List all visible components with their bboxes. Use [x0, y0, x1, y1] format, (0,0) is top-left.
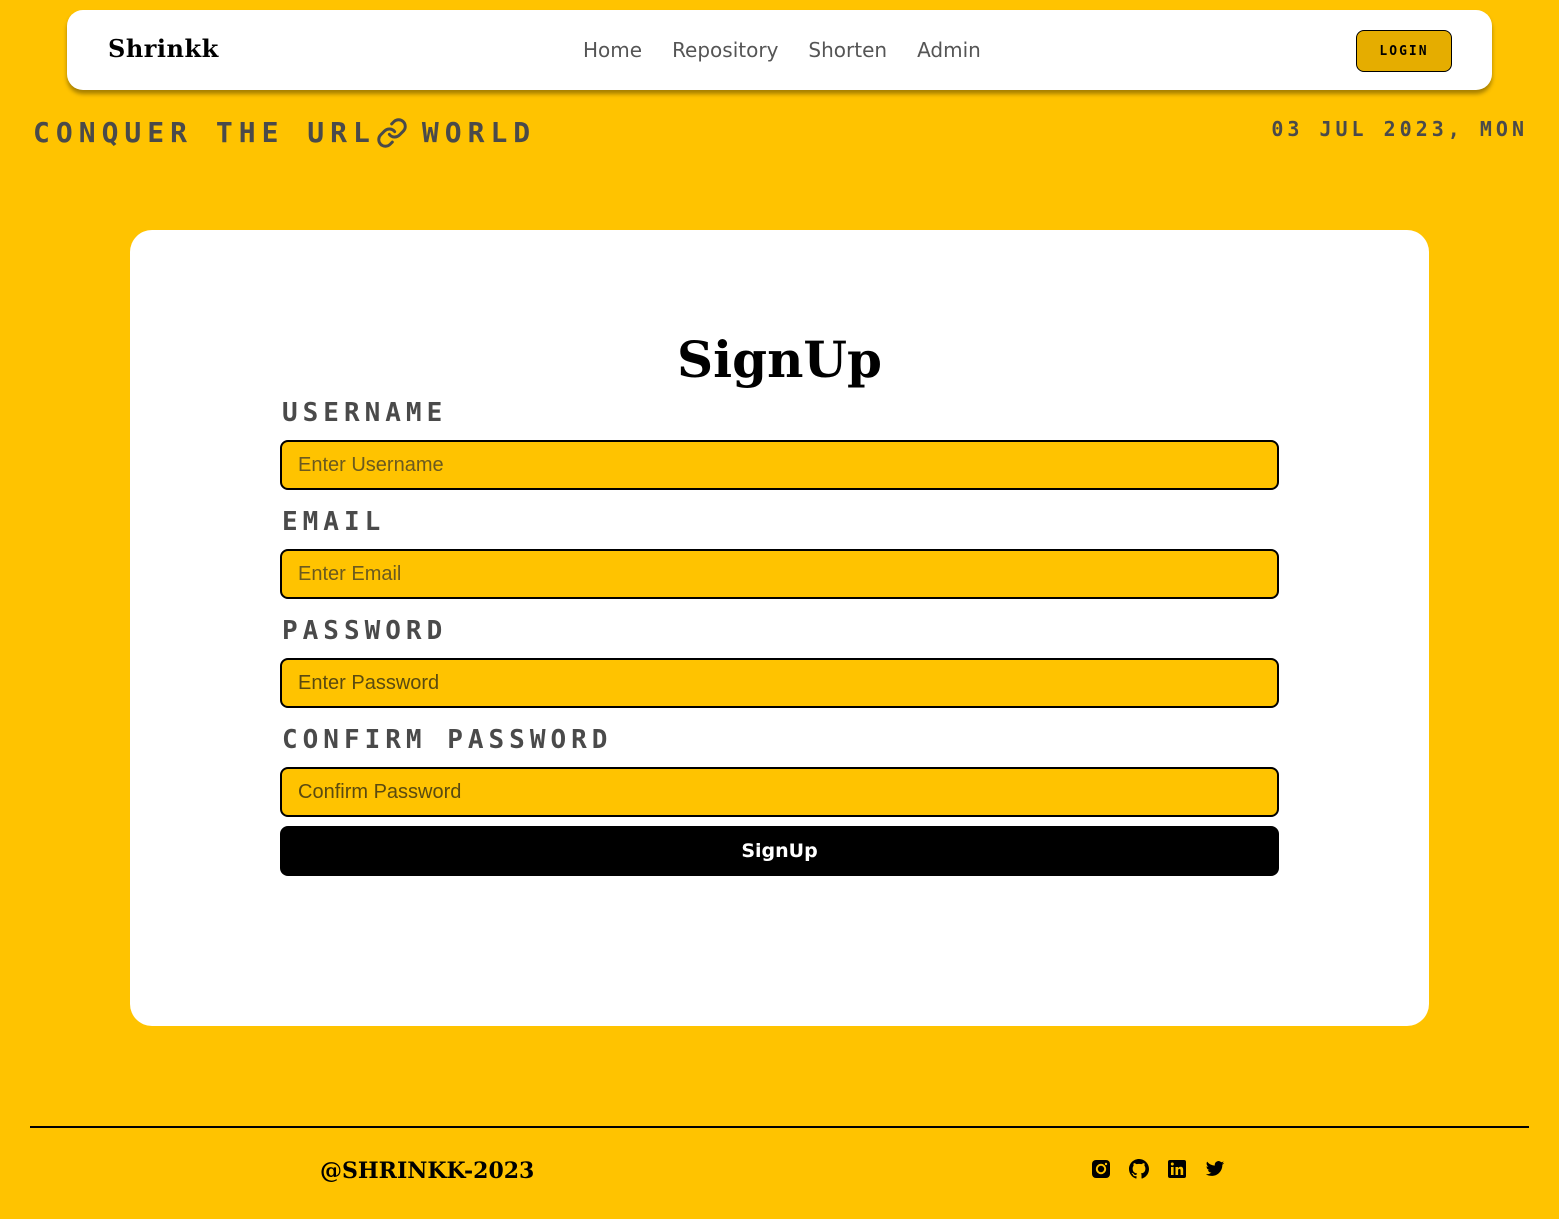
nav-link-repository[interactable]: Repository	[672, 38, 778, 62]
tagline-left: CONQUER THE URL	[33, 116, 376, 149]
nav-link-shorten[interactable]: Shorten	[808, 38, 887, 62]
brand-logo[interactable]: Shrinkk	[108, 34, 219, 63]
nav-link-admin[interactable]: Admin	[917, 38, 981, 62]
navbar: Shrinkk Home Repository Shorten Admin LO…	[67, 10, 1492, 90]
signup-button[interactable]: SignUp	[280, 826, 1279, 876]
confirm-password-label: CONFIRM PASSWORD	[282, 725, 613, 755]
current-date: 03 JUL 2023, MON	[1271, 117, 1528, 141]
github-icon[interactable]	[1129, 1159, 1149, 1179]
username-label: USERNAME	[282, 398, 448, 428]
password-label: PASSWORD	[282, 616, 448, 646]
twitter-icon[interactable]	[1205, 1159, 1225, 1179]
linkedin-icon[interactable]	[1167, 1159, 1187, 1179]
link-icon	[376, 117, 408, 149]
footer-copyright: @SHRINKK-2023	[320, 1158, 535, 1184]
page-title: SignUp	[677, 330, 882, 389]
email-input[interactable]	[280, 549, 1279, 599]
instagram-icon[interactable]	[1091, 1159, 1111, 1179]
signup-card: SignUp USERNAME EMAIL PASSWORD CONFIRM P…	[130, 230, 1429, 1026]
nav-link-home[interactable]: Home	[583, 38, 642, 62]
password-input[interactable]	[280, 658, 1279, 708]
footer-divider	[30, 1126, 1529, 1128]
social-links	[1091, 1159, 1225, 1179]
email-label: EMAIL	[282, 507, 386, 537]
confirm-password-input[interactable]	[280, 767, 1279, 817]
nav-links: Home Repository Shorten Admin	[583, 38, 981, 62]
tagline: CONQUER THE URL WORLD	[33, 116, 536, 149]
tagline-right: WORLD	[421, 116, 537, 149]
login-button[interactable]: LOGIN	[1356, 30, 1452, 72]
username-input[interactable]	[280, 440, 1279, 490]
